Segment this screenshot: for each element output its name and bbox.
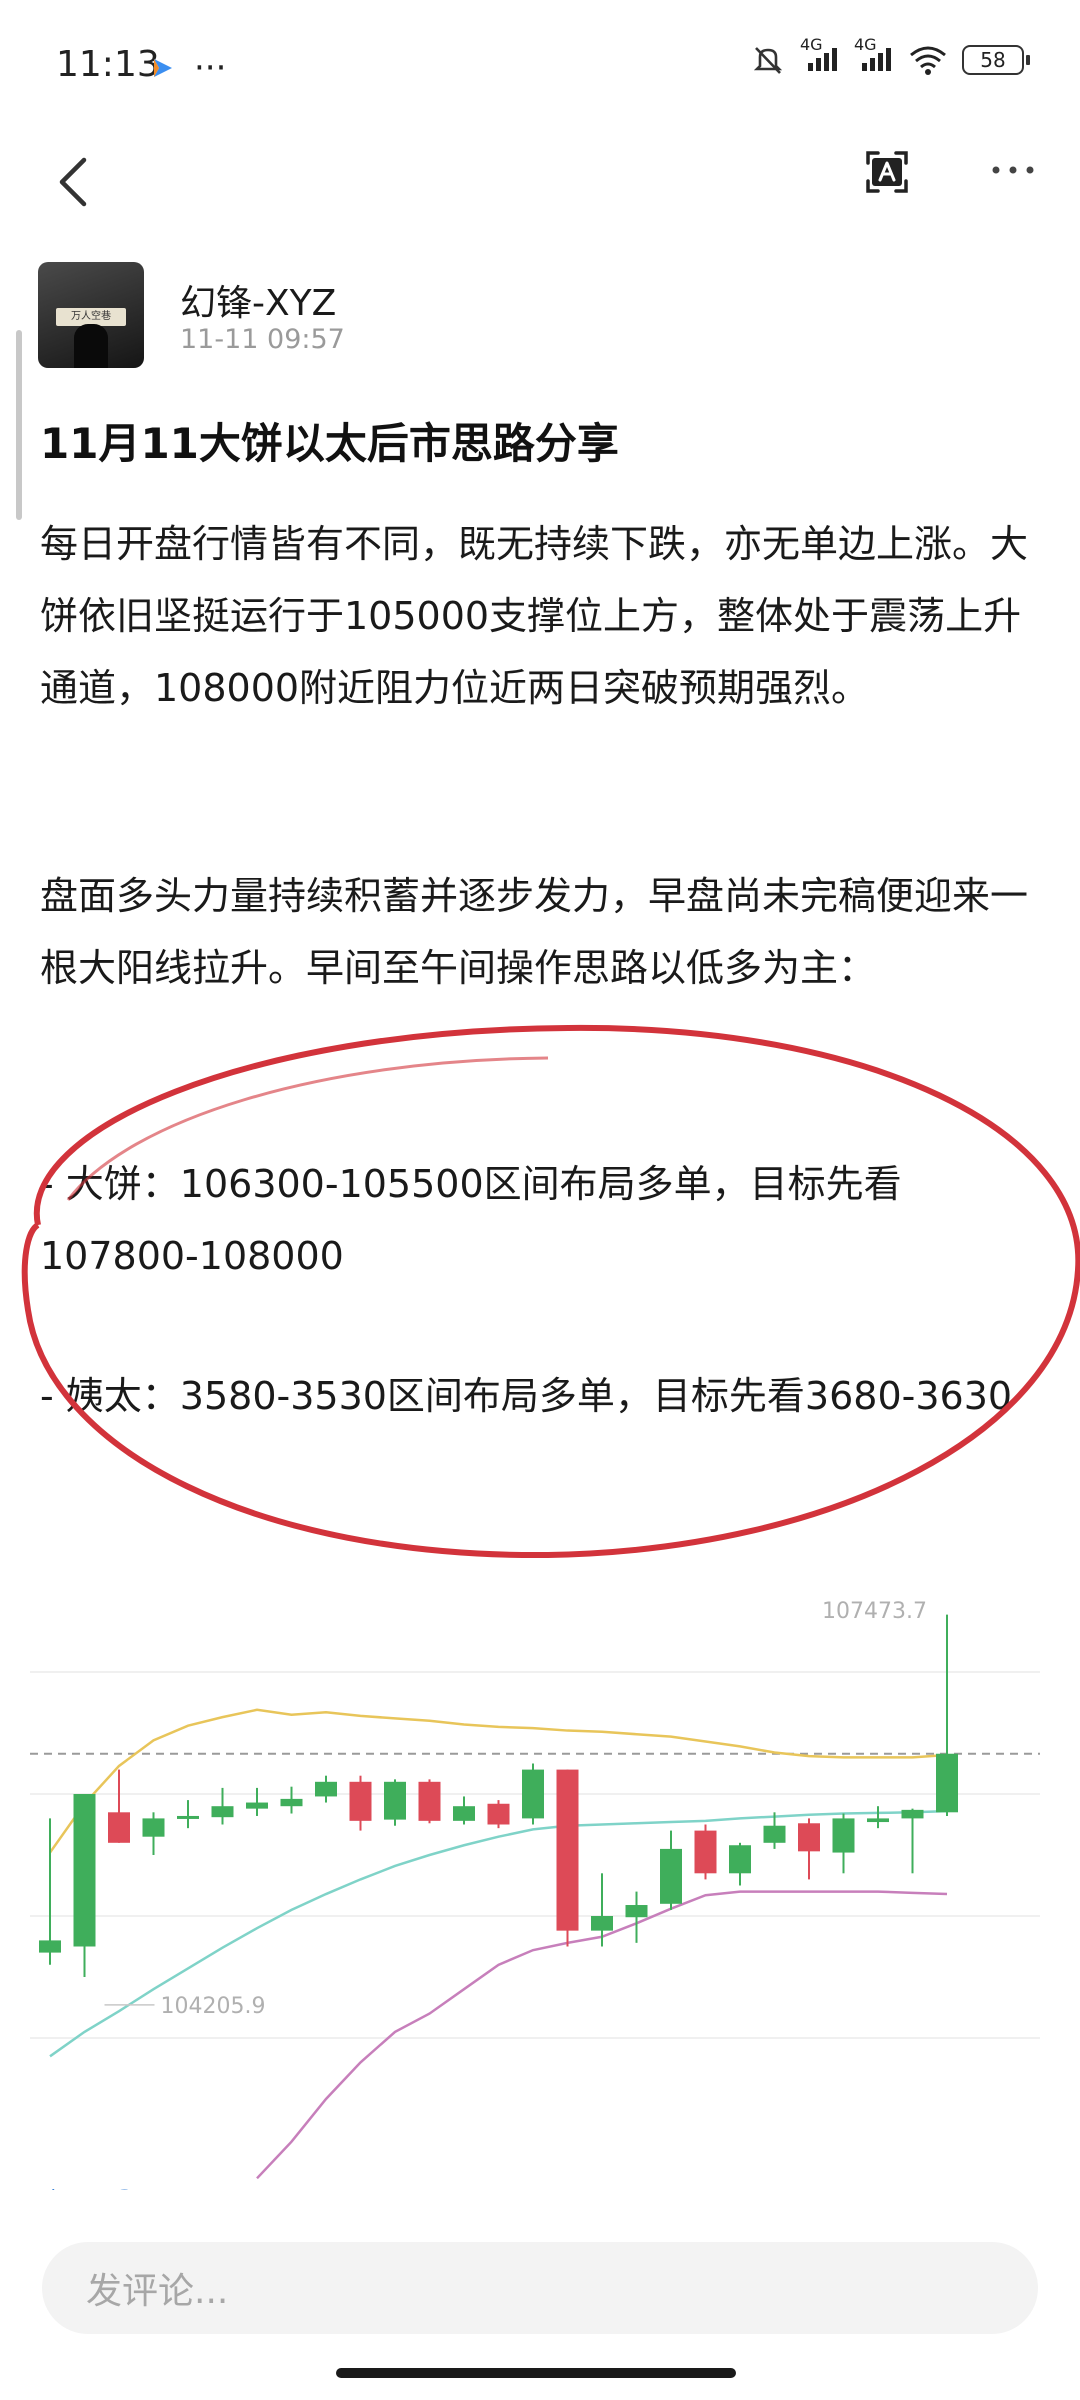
- post-time: 11-11 09:57: [180, 324, 345, 355]
- comment-placeholder: 发评论...: [86, 2271, 229, 2312]
- candle-body: [832, 1818, 855, 1853]
- candle-body: [453, 1806, 475, 1821]
- mute-icon: [753, 47, 783, 74]
- post-title: 11月11大饼以太后市思路分享: [40, 419, 619, 468]
- signal-4g-icon-2: 4G: [854, 35, 894, 78]
- candle-body: [246, 1802, 268, 1809]
- status-time: 11:13: [56, 44, 160, 85]
- candle-body: [591, 1916, 613, 1931]
- candle-body: [108, 1812, 130, 1843]
- candlestick-chart[interactable]: 107473.7 104205.9: [0, 1540, 1080, 2180]
- candle-body: [211, 1806, 234, 1818]
- candle-body: [798, 1823, 820, 1852]
- app-notification-icon: [154, 59, 172, 77]
- post-paragraph-btc-plan: - 大饼：106300-105500区间布局多单，目标先看107800-1080…: [40, 1162, 902, 1278]
- post-paragraph-eth-plan: - 姨太：3580-3530区间布局多单，目标先看3680-3630: [40, 1374, 1013, 1418]
- nav-bar: [0, 130, 1080, 240]
- candle-body: [39, 1940, 61, 1953]
- author-name[interactable]: 幻锋-XYZ: [180, 274, 336, 326]
- candle-body: [625, 1905, 648, 1918]
- high-price-label: 107473.7: [822, 1599, 927, 1624]
- candle-body: [763, 1825, 786, 1843]
- candle-body: [349, 1781, 372, 1821]
- post-paragraph: 盘面多头力量持续积蓄并逐步发力，早盘尚未完稿便迎来一根大阳线拉升。早间至午间操作…: [40, 874, 1029, 990]
- candle-body: [867, 1818, 889, 1823]
- comment-input[interactable]: 发评论...: [42, 2242, 1038, 2334]
- more-icon[interactable]: [990, 160, 1036, 180]
- back-icon[interactable]: [50, 142, 100, 222]
- candle-body: [936, 1753, 958, 1813]
- candle-body: [660, 1848, 682, 1904]
- candle-body: [384, 1781, 406, 1820]
- candle-body: [694, 1830, 717, 1874]
- signal-4g-icon-1: 4G: [800, 35, 840, 78]
- more-notifications-icon: ···: [194, 48, 227, 88]
- candle-body: [556, 1769, 579, 1931]
- candle-body: [487, 1803, 510, 1825]
- candle-body: [73, 1794, 96, 1947]
- low-price-label: 104205.9: [161, 1994, 266, 2019]
- candle-body: [177, 1815, 199, 1819]
- candle-body: [280, 1798, 303, 1807]
- candle-body: [729, 1845, 751, 1874]
- candle-body: [418, 1781, 441, 1821]
- translate-icon[interactable]: [860, 145, 914, 199]
- avatar[interactable]: 万人空巷: [38, 262, 144, 368]
- candle-body: [522, 1769, 544, 1819]
- post-paragraph: 每日开盘行情皆有不同，既无持续下跌，亦无单边上涨。大饼依旧坚挺运行于105000…: [40, 522, 1029, 710]
- wifi-icon: [910, 46, 946, 75]
- scroll-indicator[interactable]: [16, 330, 22, 520]
- candle-body: [142, 1818, 165, 1837]
- candle-body: [315, 1781, 337, 1797]
- battery-icon: 58: [962, 45, 1030, 75]
- author-header: 万人空巷 幻锋-XYZ 11-11 09:57: [38, 262, 938, 372]
- candle-body: [901, 1809, 924, 1819]
- home-indicator[interactable]: [336, 2368, 736, 2378]
- status-bar: 11:13 ··· 4G 4G 58: [0, 0, 1080, 130]
- comment-area: 发评论...: [0, 2190, 1080, 2400]
